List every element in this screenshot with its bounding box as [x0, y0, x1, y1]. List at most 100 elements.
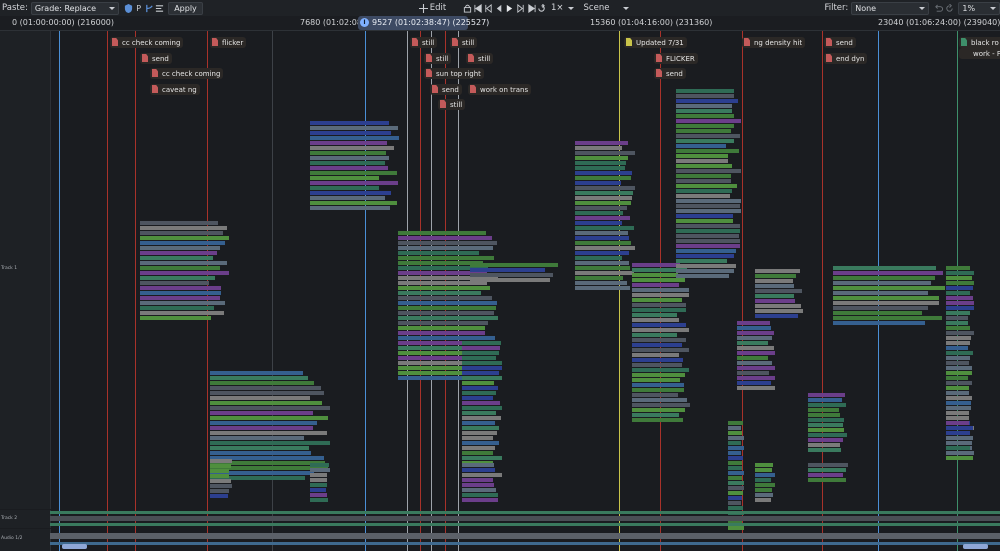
clip[interactable] [398, 301, 497, 305]
clip[interactable] [755, 314, 798, 318]
clip[interactable] [946, 416, 969, 420]
clip[interactable] [946, 271, 974, 275]
clip[interactable] [632, 388, 684, 392]
clip[interactable] [676, 169, 741, 173]
clip[interactable] [632, 293, 689, 297]
clip[interactable] [676, 94, 734, 98]
clip[interactable] [575, 251, 629, 255]
clip[interactable] [575, 201, 631, 205]
clip[interactable] [676, 139, 734, 143]
clip[interactable] [462, 451, 493, 455]
clip[interactable] [676, 209, 741, 213]
branch-icon[interactable] [144, 2, 155, 14]
clip[interactable] [755, 463, 773, 467]
next-clip-icon[interactable] [515, 2, 526, 14]
clip[interactable] [462, 498, 498, 502]
clip[interactable] [398, 231, 486, 235]
clip[interactable] [140, 251, 217, 255]
clip[interactable] [398, 316, 498, 320]
clip[interactable] [737, 346, 774, 350]
clip[interactable] [755, 468, 772, 472]
clip[interactable] [632, 323, 686, 327]
clip[interactable] [575, 196, 632, 200]
clip[interactable] [210, 411, 313, 415]
clip[interactable] [676, 89, 734, 93]
marker-note[interactable]: ng density hit [742, 37, 806, 48]
clip[interactable] [310, 463, 329, 467]
clip[interactable] [462, 371, 499, 375]
clip[interactable] [808, 418, 844, 422]
clip[interactable] [676, 164, 732, 168]
clip[interactable] [632, 363, 682, 367]
clip[interactable] [140, 241, 225, 245]
clip[interactable] [140, 301, 225, 305]
scrollbar-thumb[interactable] [963, 544, 988, 549]
clip[interactable] [140, 296, 220, 300]
clip[interactable] [575, 186, 635, 190]
clip[interactable] [210, 479, 231, 483]
clip[interactable] [676, 234, 739, 238]
clip[interactable] [946, 276, 972, 280]
clip[interactable] [632, 343, 682, 347]
clip[interactable] [462, 401, 500, 405]
clip[interactable] [462, 441, 499, 445]
clip[interactable] [946, 296, 973, 300]
clip[interactable] [737, 376, 775, 380]
clip[interactable] [398, 251, 479, 255]
audio-waveform[interactable] [50, 542, 1000, 545]
clip[interactable] [310, 156, 389, 160]
timeline-area[interactable]: Track 1 Track 2 Audio 1/2 cc check comin… [0, 31, 1000, 551]
clip[interactable] [575, 266, 630, 270]
clip[interactable] [632, 283, 679, 287]
clip[interactable] [462, 478, 493, 482]
clip[interactable] [755, 473, 775, 477]
clip[interactable] [462, 426, 499, 430]
clip[interactable] [310, 181, 398, 185]
clip[interactable] [210, 451, 311, 455]
clip[interactable] [575, 191, 633, 195]
clip[interactable] [833, 266, 936, 270]
clip[interactable] [737, 366, 775, 370]
clip[interactable] [728, 466, 742, 470]
clip[interactable] [310, 161, 385, 165]
clip[interactable] [575, 241, 631, 245]
clip[interactable] [140, 226, 227, 230]
marker-note[interactable]: Updated 7/31 [624, 37, 687, 48]
clip[interactable] [575, 146, 622, 150]
clip[interactable] [462, 351, 499, 355]
clip[interactable] [676, 239, 740, 243]
clip[interactable] [632, 328, 689, 332]
clip[interactable] [310, 186, 379, 190]
clip[interactable] [462, 361, 502, 365]
clip[interactable] [946, 456, 973, 460]
clip[interactable] [676, 274, 729, 278]
clip[interactable] [210, 381, 314, 385]
clip[interactable] [210, 441, 330, 445]
marker-note[interactable]: still [466, 53, 494, 64]
clip[interactable] [462, 446, 495, 450]
marker-note[interactable]: FLICKER [654, 53, 698, 64]
clip[interactable] [946, 391, 969, 395]
clip[interactable] [398, 336, 495, 340]
clip[interactable] [575, 246, 635, 250]
clip[interactable] [575, 181, 621, 185]
clip[interactable] [462, 391, 496, 395]
clip[interactable] [575, 261, 629, 265]
clip[interactable] [728, 486, 744, 490]
clip[interactable] [140, 231, 223, 235]
filter-select[interactable]: None [851, 1, 930, 15]
clip[interactable] [310, 171, 397, 175]
clip[interactable] [737, 361, 772, 365]
speed-select[interactable]: 1× [551, 0, 574, 16]
clip[interactable] [755, 309, 803, 313]
clip[interactable] [755, 269, 800, 273]
clip[interactable] [632, 408, 685, 412]
refresh-icon[interactable] [944, 2, 955, 14]
clip[interactable] [632, 338, 686, 342]
marker-note[interactable]: still [438, 99, 466, 110]
marker-line[interactable] [59, 31, 60, 551]
clip[interactable] [398, 246, 493, 250]
clip[interactable] [737, 331, 774, 335]
undo-icon[interactable] [933, 2, 944, 14]
clip[interactable] [808, 393, 845, 397]
